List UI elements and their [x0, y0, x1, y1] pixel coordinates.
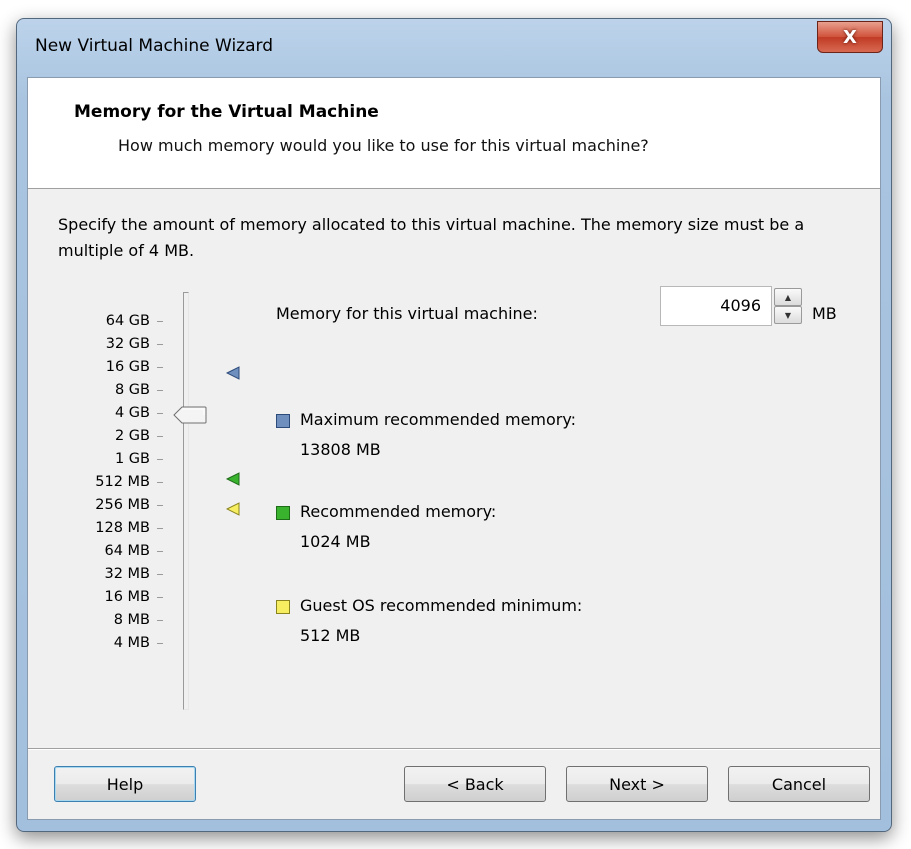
scale-tick	[157, 367, 163, 368]
max-recommended-swatch	[276, 414, 290, 428]
memory-input[interactable]: 4096	[660, 286, 772, 326]
guest-min-swatch	[276, 600, 290, 614]
window-title: New Virtual Machine Wizard	[35, 36, 273, 56]
scale-tick	[157, 643, 163, 644]
memory-field-label: Memory for this virtual machine:	[276, 304, 538, 323]
arrow-down-icon: ▼	[784, 310, 792, 320]
arrow-up-icon: ▲	[784, 292, 792, 302]
scale-label-8gb: 8 GB	[114, 382, 150, 398]
description-text: Specify the amount of memory allocated t…	[58, 215, 805, 260]
scale-label-512mb: 512 MB	[95, 474, 150, 490]
scale-label-128mb: 128 MB	[95, 520, 150, 536]
wizard-client-area: Memory for the Virtual Machine How much …	[27, 77, 881, 820]
recommended-marker-icon	[226, 472, 240, 486]
recommended-label: Recommended memory:	[300, 502, 497, 521]
scale-label-16mb: 16 MB	[104, 589, 150, 605]
cancel-button[interactable]: Cancel	[728, 766, 870, 802]
max-recommended-marker-icon	[226, 366, 240, 380]
memory-slider-thumb[interactable]	[173, 406, 207, 424]
scale-tick	[157, 321, 163, 322]
scale-tick	[157, 436, 163, 437]
back-button[interactable]: < Back	[404, 766, 546, 802]
max-recommended-value: 13808 MB	[300, 440, 381, 459]
scale-tick	[157, 413, 163, 414]
wizard-window: New Virtual Machine Wizard X Memory for …	[16, 18, 892, 832]
scale-label-2gb: 2 GB	[114, 428, 150, 444]
guest-min-value: 512 MB	[300, 626, 361, 645]
scale-label-4mb: 4 MB	[113, 635, 150, 651]
scale-tick	[157, 459, 163, 460]
scale-tick	[157, 620, 163, 621]
scale-label-1gb: 1 GB	[114, 451, 150, 467]
scale-tick	[157, 390, 163, 391]
scale-label-64mb: 64 MB	[104, 543, 150, 559]
memory-spinner: ▲ ▼	[774, 288, 802, 324]
wizard-header: Memory for the Virtual Machine How much …	[28, 78, 880, 189]
close-icon: X	[843, 26, 857, 48]
footer-separator	[28, 748, 880, 750]
scale-tick	[157, 528, 163, 529]
scale-tick	[157, 574, 163, 575]
guest-min-marker-icon	[226, 502, 240, 516]
memory-slider-track[interactable]	[183, 292, 189, 710]
max-recommended-label: Maximum recommended memory:	[300, 410, 577, 429]
scale-label-4gb: 4 GB	[114, 405, 150, 421]
scale-label-8mb: 8 MB	[113, 612, 150, 628]
scale-tick	[157, 482, 163, 483]
memory-unit-label: MB	[812, 304, 837, 323]
scale-tick	[157, 551, 163, 552]
page-subtitle: How much memory would you like to use fo…	[118, 136, 649, 155]
scale-label-16gb: 16 GB	[105, 359, 150, 375]
scale-label-32gb: 32 GB	[105, 336, 150, 352]
spin-up-button[interactable]: ▲	[774, 288, 802, 306]
recommended-swatch	[276, 506, 290, 520]
scale-tick	[157, 344, 163, 345]
scale-label-64gb: 64 GB	[105, 313, 150, 329]
scale-label-32mb: 32 MB	[104, 566, 150, 582]
close-button[interactable]: X	[817, 21, 883, 53]
help-button[interactable]: Help	[54, 766, 196, 802]
title-bar[interactable]: New Virtual Machine Wizard X	[17, 19, 891, 75]
scale-label-256mb: 256 MB	[95, 497, 150, 513]
page-title: Memory for the Virtual Machine	[74, 102, 379, 122]
guest-min-label: Guest OS recommended minimum:	[300, 596, 583, 615]
next-button[interactable]: Next >	[566, 766, 708, 802]
scale-tick	[157, 597, 163, 598]
scale-tick	[157, 505, 163, 506]
recommended-value: 1024 MB	[300, 532, 371, 551]
spin-down-button[interactable]: ▼	[774, 306, 802, 324]
